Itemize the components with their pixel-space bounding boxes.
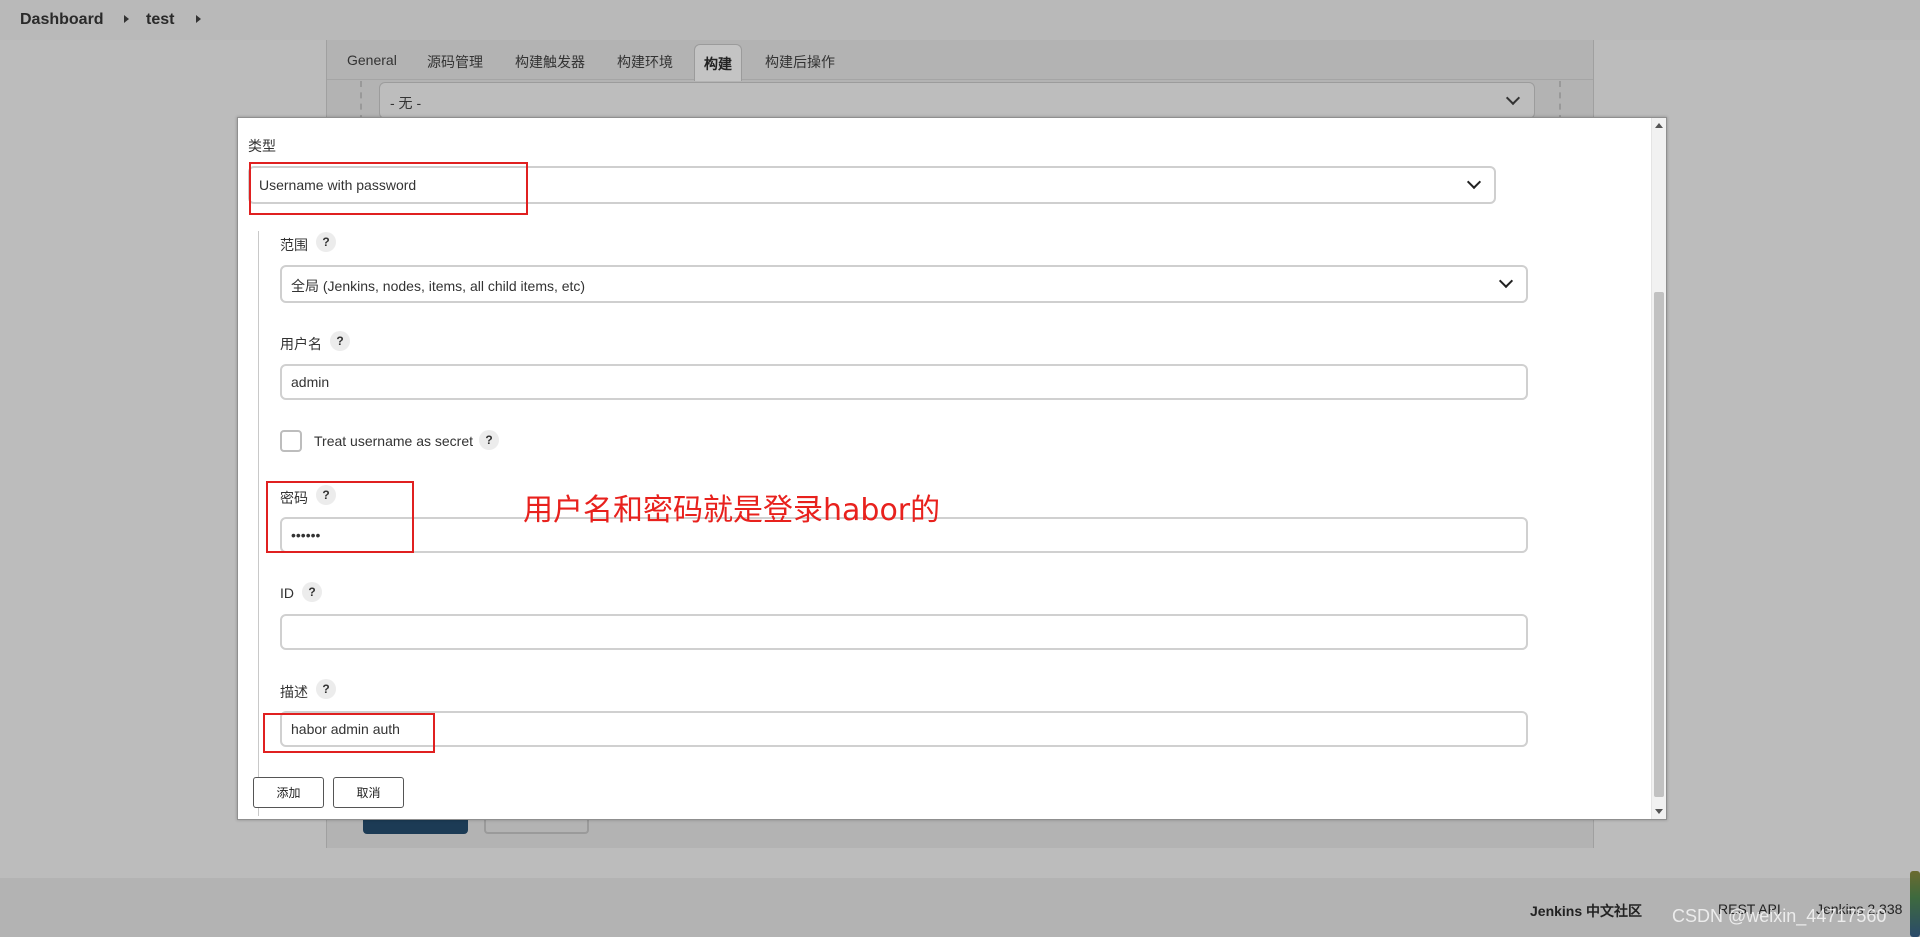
help-icon[interactable]: ? [302, 582, 322, 602]
tab-build-environment[interactable]: 构建环境 [617, 52, 673, 72]
tab-general[interactable]: General [347, 52, 397, 68]
treat-username-secret-checkbox[interactable] [280, 430, 302, 452]
help-icon[interactable]: ? [316, 679, 336, 699]
kind-label: 类型 [248, 138, 276, 154]
id-label: ID [280, 585, 294, 601]
tab-post-build[interactable]: 构建后操作 [765, 52, 835, 72]
id-field[interactable] [280, 614, 1528, 650]
help-icon[interactable]: ? [330, 331, 350, 351]
description-field[interactable] [280, 711, 1528, 747]
annotation-text: 用户名和密码就是登录habor的 [523, 493, 941, 528]
username-field[interactable] [280, 364, 1528, 400]
scroll-down-icon[interactable] [1655, 809, 1663, 814]
scope-select[interactable]: 全局 (Jenkins, nodes, items, all child ite… [280, 265, 1528, 303]
help-icon[interactable]: ? [479, 430, 499, 450]
section-divider [360, 81, 362, 121]
section-divider [1559, 81, 1561, 121]
cancel-button[interactable]: 取消 [333, 777, 404, 808]
highlight-box [263, 713, 435, 753]
chevron-down-icon [1505, 90, 1521, 106]
tab-scm[interactable]: 源码管理 [427, 52, 483, 72]
nested-section-line [258, 231, 259, 816]
meter-icon [1910, 871, 1920, 937]
add-credentials-dialog: 类型 Username with password 范围 ? 全局 (Jenki… [237, 117, 1667, 820]
watermark: CSDN @weixin_44717560 [1672, 906, 1887, 926]
dialog-scrollbar[interactable] [1651, 118, 1666, 819]
chevron-down-icon [1466, 174, 1482, 190]
credentials-select[interactable]: - 无 - [379, 82, 1535, 119]
scope-label: 范围 [280, 237, 308, 253]
scroll-up-icon[interactable] [1655, 123, 1663, 128]
description-label: 描述 [280, 684, 308, 700]
config-tabs: General 源码管理 构建触发器 构建环境 构建 构建后操作 [327, 40, 1593, 81]
chevron-down-icon [1498, 273, 1514, 289]
tab-build-triggers[interactable]: 构建触发器 [515, 52, 585, 72]
scope-select-value: 全局 (Jenkins, nodes, items, all child ite… [291, 278, 586, 294]
add-button[interactable]: 添加 [253, 777, 324, 808]
breadcrumb-dashboard[interactable]: Dashboard [20, 11, 104, 29]
scrollbar-thumb[interactable] [1654, 292, 1664, 797]
breadcrumb-job[interactable]: test [146, 11, 174, 29]
tab-build[interactable]: 构建 [694, 44, 742, 81]
breadcrumb-arrow-icon[interactable] [196, 15, 201, 23]
help-icon[interactable]: ? [316, 232, 336, 252]
highlight-box [266, 481, 414, 553]
treat-username-secret-label: Treat username as secret [314, 433, 473, 449]
credentials-select-value: - 无 - [390, 95, 422, 111]
breadcrumb-arrow-icon[interactable] [124, 15, 129, 23]
username-label: 用户名 [280, 336, 322, 352]
community-link[interactable]: Jenkins 中文社区 [1530, 901, 1642, 921]
footer: Jenkins 中文社区 REST API Jenkins 2.338 [0, 878, 1920, 937]
highlight-box [249, 162, 528, 215]
breadcrumb: Dashboard test [0, 0, 1920, 40]
